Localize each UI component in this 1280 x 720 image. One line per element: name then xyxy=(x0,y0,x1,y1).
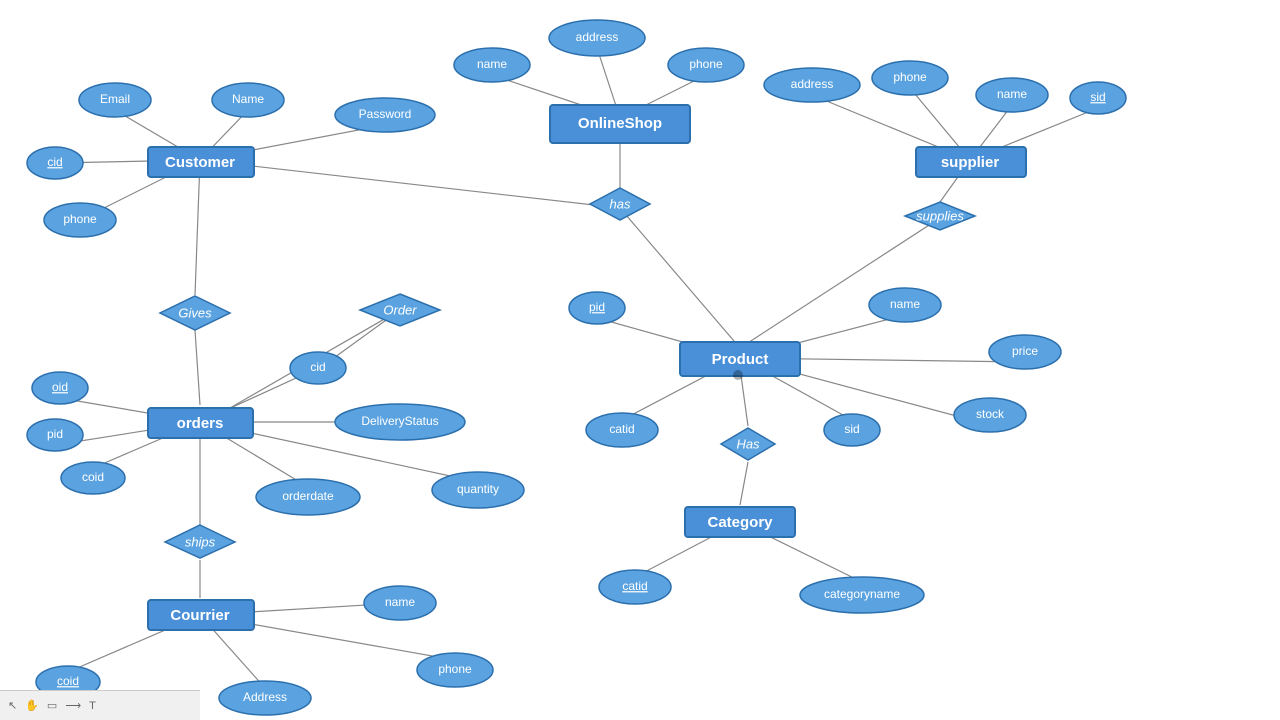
attr-ord-orderdate-label: orderdate xyxy=(282,489,334,503)
entity-courrier-label: Courrier xyxy=(170,607,229,624)
attr-cust-cid-label: cid xyxy=(47,155,62,169)
attr-prod-stock-label: stock xyxy=(976,407,1005,421)
entity-orders-label: orders xyxy=(177,415,224,432)
attr-ord-pid-label: pid xyxy=(47,427,63,441)
entity-category-label: Category xyxy=(707,514,773,531)
attr-ord-oid-label: oid xyxy=(52,380,68,394)
attr-os-address-label: address xyxy=(576,30,619,44)
er-diagram: OnlineShop Customer supplier Product ord… xyxy=(0,0,1280,720)
attr-prod-catid-label: catid xyxy=(609,422,634,436)
toolbar[interactable]: ↖ ✋ ▭ ⟶ T xyxy=(0,690,200,720)
attr-ord-delivery-label: DeliveryStatus xyxy=(361,414,438,428)
attr-cat-catname-label: categoryname xyxy=(824,587,900,601)
attr-cour-name-label: name xyxy=(385,595,415,609)
toolbar-pointer-icon[interactable]: ↖ xyxy=(8,699,17,712)
attr-prod-sid-label: sid xyxy=(844,422,859,436)
attr-sup-name-label: name xyxy=(997,87,1027,101)
rel-has-cat-label: Has xyxy=(736,436,760,451)
toolbar-shape-icon[interactable]: ▭ xyxy=(47,699,57,712)
attr-cust-phone-label: phone xyxy=(63,212,97,226)
attr-ord-quantity-label: quantity xyxy=(457,482,499,496)
attr-prod-name-label: name xyxy=(890,297,920,311)
attr-os-name-label: name xyxy=(477,57,507,71)
attr-cour-coid-label: coid xyxy=(57,674,79,688)
rel-gives-label: Gives xyxy=(178,305,212,320)
cursor xyxy=(733,370,743,380)
toolbar-connector-icon[interactable]: ⟶ xyxy=(65,699,81,712)
toolbar-hand-icon[interactable]: ✋ xyxy=(25,699,39,712)
attr-cour-phone-label: phone xyxy=(438,662,472,676)
attr-sup-address-label: address xyxy=(791,77,834,91)
entity-supplier-label: supplier xyxy=(941,154,1000,171)
attr-cust-password-label: Password xyxy=(359,107,412,121)
rel-supplies-label: supplies xyxy=(916,208,964,223)
entity-onlineshop-label: OnlineShop xyxy=(578,115,662,132)
toolbar-text-icon[interactable]: T xyxy=(89,700,96,712)
entity-product-label: Product xyxy=(712,351,769,368)
attr-cat-catid-label: catid xyxy=(622,579,647,593)
attr-prod-price-label: price xyxy=(1012,344,1038,358)
rel-has-top-label: has xyxy=(610,196,631,211)
rel-ships-label: ships xyxy=(185,534,216,549)
attr-sup-sid-label: sid xyxy=(1090,90,1105,104)
attr-ord-coid-label: coid xyxy=(82,470,104,484)
entity-customer-label: Customer xyxy=(165,154,235,171)
attr-cour-address-label: Address xyxy=(243,690,287,704)
attr-prod-pid-label: pid xyxy=(589,300,605,314)
attr-ord-cid-label: cid xyxy=(310,360,325,374)
attr-sup-phone-label: phone xyxy=(893,70,927,84)
attr-os-phone-label: phone xyxy=(689,57,723,71)
attr-cust-name-label: Name xyxy=(232,92,264,106)
rel-order-label: Order xyxy=(383,302,417,317)
attr-cust-email-label: Email xyxy=(100,92,130,106)
